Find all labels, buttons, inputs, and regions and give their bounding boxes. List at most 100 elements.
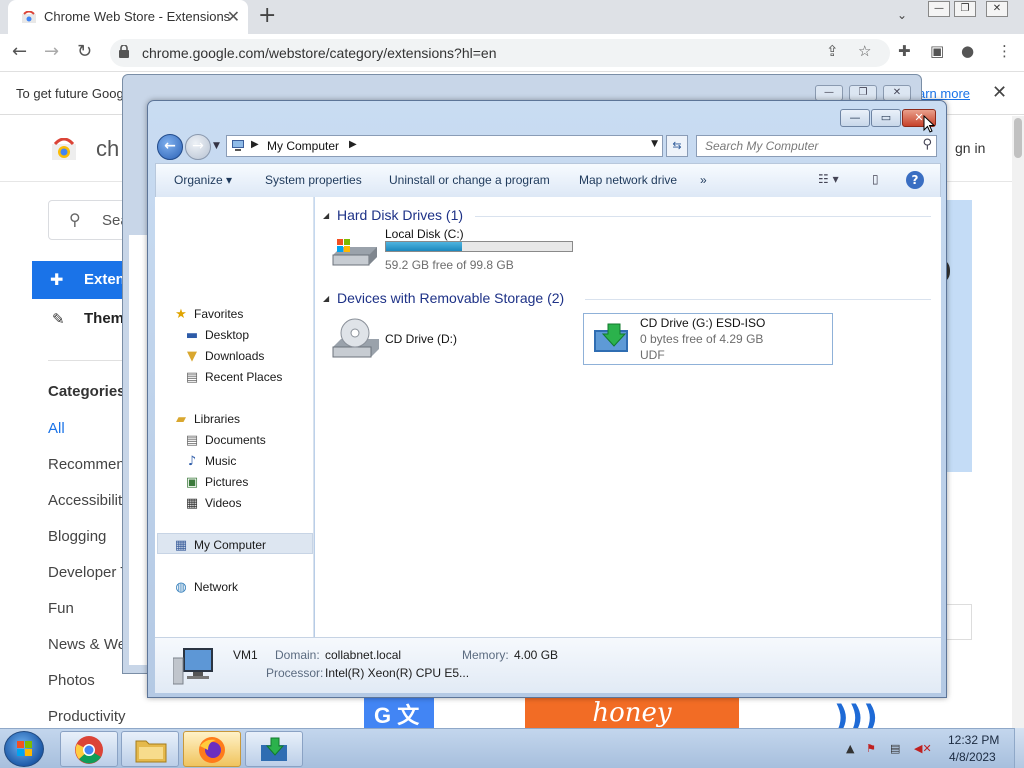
uninstall-program-button[interactable]: Uninstall or change a program xyxy=(389,173,550,187)
back-arrow-icon[interactable]: ← xyxy=(12,41,27,62)
computer-icon: ▦ xyxy=(174,538,188,553)
volume-muted-icon[interactable]: ◀✕ xyxy=(914,742,932,755)
back-button[interactable]: ← xyxy=(157,134,183,160)
breadcrumb-arrow-icon[interactable]: ▶ xyxy=(251,139,259,150)
taskbar-computer[interactable] xyxy=(245,731,303,767)
collapse-arrow-icon[interactable]: ◢ xyxy=(323,211,329,220)
dvd-drive-icon xyxy=(261,737,287,761)
cd-drive-g[interactable]: CD Drive (G:) ESD-ISO 0 bytes free of 4.… xyxy=(583,313,833,365)
web-store-brand[interactable]: ch xyxy=(96,136,119,162)
change-view-icon[interactable]: ☷ ▾ xyxy=(818,172,839,186)
action-center-flag-icon[interactable]: ⚑ xyxy=(866,742,876,755)
wireless-extension-tile[interactable]: ))) xyxy=(834,698,894,728)
chrome-tab[interactable]: Chrome Web Store - Extensions ✕ xyxy=(8,0,248,34)
local-disk-usage-fill xyxy=(386,242,462,251)
category-accessibility[interactable]: Accessibilit xyxy=(48,492,122,509)
network-globe-icon: ◍ xyxy=(175,580,187,595)
search-icon: ⚲ xyxy=(69,210,81,229)
category-productivity[interactable]: Productivity xyxy=(48,708,126,725)
show-hidden-icons-icon[interactable]: ▲ xyxy=(846,742,854,755)
clock-date[interactable]: 4/8/2023 xyxy=(949,750,996,764)
profile-avatar-icon[interactable]: ● xyxy=(961,42,974,60)
processor-value: Intel(R) Xeon(R) CPU E5... xyxy=(325,666,470,680)
side-panel-icon[interactable]: ▣ xyxy=(930,42,944,60)
start-button[interactable] xyxy=(4,731,44,767)
bookmark-star-icon[interactable]: ☆ xyxy=(858,42,871,60)
bg-maximize-button[interactable]: ❐ xyxy=(849,85,877,101)
preview-pane-icon[interactable]: ▯ xyxy=(872,172,879,186)
local-disk-usage-bar xyxy=(385,241,573,252)
computer-name: VM1 xyxy=(233,648,258,662)
nav-documents-label: Documents xyxy=(205,433,266,447)
bg-window-pane xyxy=(129,235,149,665)
more-commands-button[interactable]: » xyxy=(700,173,707,187)
minimize-button[interactable]: — xyxy=(840,109,870,127)
address-bar[interactable]: ▶ My Computer ▶ ▼ xyxy=(226,135,663,157)
cd-drive-icon xyxy=(332,318,379,358)
pictures-icon: ▣ xyxy=(185,475,199,490)
recent-pages-dropdown-icon[interactable]: ▼ xyxy=(213,141,220,151)
network-tray-icon[interactable]: ▤ xyxy=(890,742,900,755)
category-fun[interactable]: Fun xyxy=(48,600,74,617)
address-dropdown-icon[interactable]: ▼ xyxy=(651,139,658,149)
chrome-minimize-button[interactable]: — xyxy=(928,1,950,17)
bg-close-button[interactable]: ✕ xyxy=(883,85,911,101)
dvd-drive-icon xyxy=(594,323,628,352)
google-translate-tile[interactable]: G 文 xyxy=(364,698,434,728)
group-divider xyxy=(585,299,931,300)
tab-search-chevron-icon[interactable]: ⌄ xyxy=(897,8,907,22)
forward-arrow-icon[interactable]: → xyxy=(44,41,59,62)
breadcrumb-arrow-icon[interactable]: ▶ xyxy=(349,139,357,150)
collapse-arrow-icon[interactable]: ◢ xyxy=(323,294,329,303)
recent-places-icon: ▤ xyxy=(185,370,199,385)
star-icon: ★ xyxy=(175,307,187,322)
map-network-drive-button[interactable]: Map network drive xyxy=(579,173,677,187)
nav-themes-label: Them xyxy=(84,310,125,327)
bg-minimize-button[interactable]: — xyxy=(815,85,843,101)
scrollbar-thumb[interactable] xyxy=(1014,118,1022,158)
category-blogging[interactable]: Blogging xyxy=(48,528,106,545)
search-icon[interactable]: ⚲ xyxy=(922,137,932,152)
show-desktop-button[interactable] xyxy=(1014,728,1024,768)
chrome-menu-icon[interactable]: ⋮ xyxy=(997,42,1012,60)
page-scrollbar[interactable] xyxy=(1012,116,1024,728)
taskbar-file-explorer[interactable] xyxy=(121,731,179,767)
chrome-toolbar: ← → ↻ chrome.google.com/webstore/categor… xyxy=(0,34,1024,72)
sign-in-link[interactable]: gn in xyxy=(955,140,985,156)
clock-time[interactable]: 12:32 PM xyxy=(948,733,999,747)
reload-icon[interactable]: ↻ xyxy=(77,41,92,62)
share-icon[interactable]: ⇪ xyxy=(826,42,839,60)
url-text: chrome.google.com/webstore/category/exte… xyxy=(142,45,497,61)
system-properties-button[interactable]: System properties xyxy=(265,173,362,187)
firefox-icon xyxy=(199,737,225,763)
chrome-icon xyxy=(75,736,103,764)
puzzle-piece-icon: ✚ xyxy=(50,270,64,289)
navigation-pane: ★ Favorites ▬ Desktop ▼ Downloads ▤ Rece… xyxy=(155,197,314,637)
taskbar-firefox[interactable] xyxy=(183,731,241,767)
downloads-folder-icon: ▼ xyxy=(187,349,197,364)
new-tab-button[interactable]: + xyxy=(258,3,276,28)
organize-button[interactable]: Organize ▾ xyxy=(174,173,232,187)
maximize-button[interactable]: ▭ xyxy=(871,109,901,127)
music-icon: ♪ xyxy=(187,454,197,469)
extensions-puzzle-icon[interactable]: ✚ xyxy=(898,42,911,60)
chrome-close-button[interactable]: ✕ xyxy=(986,1,1008,17)
refresh-button[interactable]: ⇆ xyxy=(666,135,688,157)
help-icon[interactable]: ? xyxy=(906,171,924,189)
omnibox[interactable]: chrome.google.com/webstore/category/exte… xyxy=(110,39,890,67)
category-developer-tools[interactable]: Developer T xyxy=(48,564,129,581)
info-bar-learn-more-link[interactable]: arn more xyxy=(918,86,970,101)
taskbar-chrome[interactable] xyxy=(60,731,118,767)
category-photos[interactable]: Photos xyxy=(48,672,95,689)
category-news-weather[interactable]: News & We xyxy=(48,636,126,653)
honey-tile[interactable]: honey xyxy=(525,698,739,728)
category-all[interactable]: All xyxy=(48,420,65,437)
search-input[interactable]: Search My Computer ⚲ xyxy=(696,135,937,157)
address-text[interactable]: My Computer xyxy=(267,139,339,153)
documents-icon: ▤ xyxy=(185,433,199,448)
forward-button[interactable]: → xyxy=(185,134,211,160)
info-bar-close-icon[interactable]: ✕ xyxy=(992,82,1007,103)
category-recommended[interactable]: Recommen xyxy=(48,456,125,473)
chrome-restore-button[interactable]: ❐ xyxy=(954,1,976,17)
tab-close-icon[interactable]: ✕ xyxy=(227,7,240,26)
